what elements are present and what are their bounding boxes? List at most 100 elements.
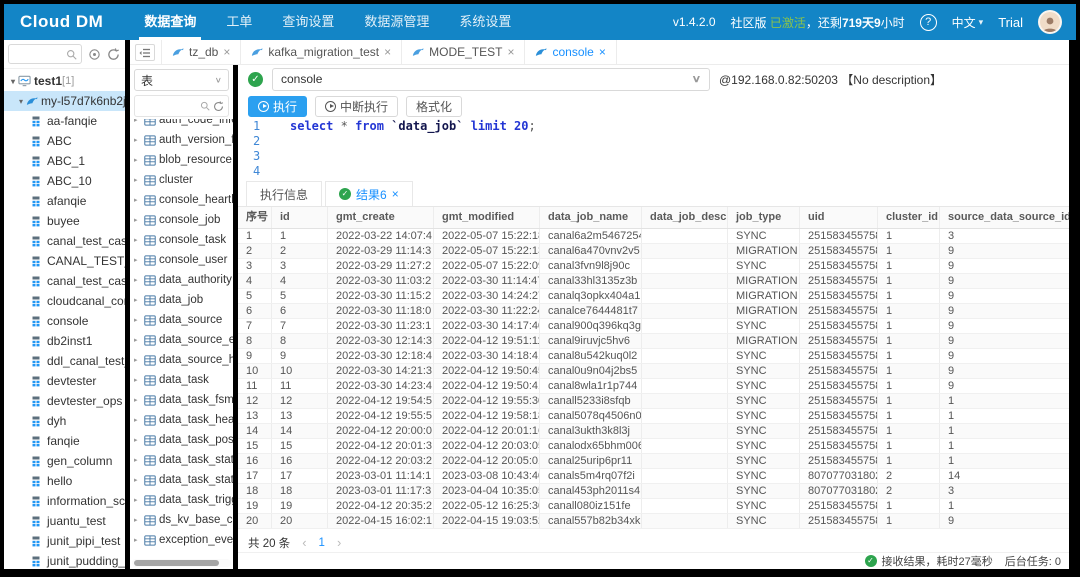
sidebar-item-database[interactable]: canal_test_case: [4, 231, 125, 251]
table-list-item[interactable]: ▸ data_task_trigger: [130, 490, 233, 510]
sidebar-item-database[interactable]: ddl_canal_test_case: [4, 351, 125, 371]
caret-right-icon[interactable]: ▸: [134, 436, 143, 444]
tab-kafka_migration_test[interactable]: kafka_migration_test ×: [241, 40, 402, 64]
sidebar-item-database[interactable]: console: [4, 311, 125, 331]
nav-item-query-settings[interactable]: 查询设置: [267, 4, 349, 40]
table-row[interactable]: 16 16 2022-04-12 20:03:2 2022-04-12 20:0…: [238, 454, 1069, 469]
scrollbar-thumb[interactable]: [134, 560, 219, 566]
table-list-item[interactable]: ▸ data_authority: [130, 270, 233, 290]
sidebar-item-database[interactable]: gen_column: [4, 451, 125, 471]
sidebar-item-database[interactable]: ABC_1: [4, 151, 125, 171]
database-select[interactable]: console ∨: [272, 68, 710, 91]
tab-console[interactable]: console ×: [525, 40, 616, 64]
tree-item-connection-selected[interactable]: ▾ my-l57d7k6nb2jcjc2[49]: [4, 91, 125, 111]
table-row[interactable]: 2 2 2022-03-29 11:14:3 2022-05-07 15:22:…: [238, 244, 1069, 259]
table-list-item[interactable]: ▸ exception_event: [130, 530, 233, 550]
sidebar-item-database[interactable]: dyh: [4, 411, 125, 431]
sidebar-item-database[interactable]: canal_test_case_form: [4, 271, 125, 291]
table-list-item[interactable]: ▸ console_job: [130, 210, 233, 230]
locate-target-icon[interactable]: [87, 47, 102, 62]
table-list-item[interactable]: ▸ data_source_extra: [130, 330, 233, 350]
caret-right-icon[interactable]: ▸: [134, 119, 143, 124]
close-icon[interactable]: ×: [384, 45, 391, 59]
table-row[interactable]: 10 10 2022-03-30 14:21:3 2022-04-12 19:5…: [238, 364, 1069, 379]
avatar[interactable]: [1038, 10, 1062, 34]
table-row[interactable]: 19 19 2022-04-12 20:35:2 2022-05-12 16:2…: [238, 499, 1069, 514]
table-list-item[interactable]: ▸ data_task_state: [130, 450, 233, 470]
table-list-item[interactable]: ▸ console_task: [130, 230, 233, 250]
table-row[interactable]: 18 18 2023-03-01 11:17:3 2023-04-04 10:3…: [238, 484, 1069, 499]
close-icon[interactable]: ×: [223, 45, 230, 59]
tab-result-6[interactable]: ✓ 结果6 ×: [325, 181, 413, 206]
table-row[interactable]: 4 4 2022-03-30 11:03:2 2022-03-30 11:14:…: [238, 274, 1069, 289]
table-list-item[interactable]: ▸ blob_resource: [130, 150, 233, 170]
collapse-sidebar-icon[interactable]: [135, 44, 155, 61]
table-list-item[interactable]: ▸ data_task_stats: [130, 470, 233, 490]
caret-right-icon[interactable]: ▸: [134, 236, 143, 244]
caret-right-icon[interactable]: ▸: [134, 456, 143, 464]
caret-right-icon[interactable]: ▸: [134, 336, 143, 344]
table-list-item[interactable]: ▸ console_heartbeat: [130, 190, 233, 210]
table-list-item[interactable]: ▸ cluster: [130, 170, 233, 190]
caret-right-icon[interactable]: ▸: [134, 396, 143, 404]
caret-right-icon[interactable]: ▸: [134, 176, 143, 184]
current-page[interactable]: 1: [319, 537, 325, 549]
table-list-item[interactable]: ▸ console_user: [130, 250, 233, 270]
sidebar-item-database[interactable]: juantu_test: [4, 511, 125, 531]
table-list-item[interactable]: ▸ auth_code_info: [130, 119, 233, 130]
caret-down-icon[interactable]: ▾: [8, 77, 18, 86]
table-list-item[interactable]: ▸ auth_version_field: [130, 130, 233, 150]
caret-right-icon[interactable]: ▸: [134, 216, 143, 224]
sidebar-item-database[interactable]: db2inst1: [4, 331, 125, 351]
sidebar-item-database[interactable]: junit_pipi_test: [4, 531, 125, 551]
refresh-icon[interactable]: [106, 47, 121, 62]
caret-right-icon[interactable]: ▸: [134, 196, 143, 204]
caret-right-icon[interactable]: ▸: [134, 376, 143, 384]
run-button[interactable]: 执行: [248, 96, 307, 117]
horizontal-scrollbar[interactable]: [132, 559, 231, 567]
table-list-item[interactable]: ▸ data_job: [130, 290, 233, 310]
close-icon[interactable]: ×: [507, 45, 514, 59]
caret-right-icon[interactable]: ▸: [134, 516, 143, 524]
sidebar-item-database[interactable]: afanqie: [4, 191, 125, 211]
caret-down-icon[interactable]: ▾: [16, 97, 26, 106]
table-row[interactable]: 13 13 2022-04-12 19:55:5 2022-04-12 19:5…: [238, 409, 1069, 424]
column-header[interactable]: id: [272, 207, 328, 228]
caret-right-icon[interactable]: ▸: [134, 316, 143, 324]
caret-right-icon[interactable]: ▸: [134, 496, 143, 504]
sql-editor[interactable]: 1234 select * from `data_job` limit 20;: [238, 119, 1069, 181]
nav-item-datasource-management[interactable]: 数据源管理: [349, 4, 444, 40]
sidebar-item-database[interactable]: CANAL_TEST_CASE: [4, 251, 125, 271]
username-label[interactable]: Trial: [998, 15, 1023, 30]
tree-search-input[interactable]: [8, 44, 82, 64]
table-row[interactable]: 15 15 2022-04-12 20:01:3 2022-04-12 20:0…: [238, 439, 1069, 454]
table-list-item[interactable]: ▸ data_task_heartbeat: [130, 410, 233, 430]
table-row[interactable]: 3 3 2022-03-29 11:27:2 2022-05-07 15:22:…: [238, 259, 1069, 274]
refresh-icon[interactable]: [213, 101, 224, 112]
column-header[interactable]: source_data_source_id: [940, 207, 1069, 228]
table-row[interactable]: 1 1 2022-03-22 14:07:4 2022-05-07 15:22:…: [238, 229, 1069, 244]
format-button[interactable]: 格式化: [406, 96, 462, 117]
table-list-item[interactable]: ▸ data_source_history: [130, 350, 233, 370]
sidebar-item-database[interactable]: ABC: [4, 131, 125, 151]
nav-item-data-query[interactable]: 数据查询: [129, 4, 211, 40]
table-list-item[interactable]: ▸ data_task: [130, 370, 233, 390]
column-header[interactable]: gmt_create: [328, 207, 434, 228]
caret-right-icon[interactable]: ▸: [134, 356, 143, 364]
nav-item-tickets[interactable]: 工单: [211, 4, 267, 40]
sidebar-item-database[interactable]: hello: [4, 471, 125, 491]
column-header[interactable]: job_type: [728, 207, 800, 228]
table-row[interactable]: 5 5 2022-03-30 11:15:2 2022-03-30 14:24:…: [238, 289, 1069, 304]
tree-item-environment[interactable]: ▾ test1[1]: [4, 71, 125, 91]
next-page-icon[interactable]: ›: [337, 535, 341, 550]
table-row[interactable]: 11 11 2022-03-30 14:23:4 2022-04-12 19:5…: [238, 379, 1069, 394]
table-row[interactable]: 17 17 2023-03-01 11:14:1 2023-03-08 10:4…: [238, 469, 1069, 484]
language-switcher[interactable]: 中文▾: [952, 14, 984, 31]
sidebar-item-database[interactable]: ABC_10: [4, 171, 125, 191]
caret-right-icon[interactable]: ▸: [134, 256, 143, 264]
close-icon[interactable]: ×: [392, 187, 399, 201]
table-row[interactable]: 6 6 2022-03-30 11:18:0 2022-03-30 11:22:…: [238, 304, 1069, 319]
table-list-item[interactable]: ▸ data_task_position: [130, 430, 233, 450]
tab-tz_db[interactable]: tz_db ×: [161, 40, 241, 64]
table-row[interactable]: 20 20 2022-04-15 16:02:1 2022-04-15 19:0…: [238, 514, 1069, 529]
